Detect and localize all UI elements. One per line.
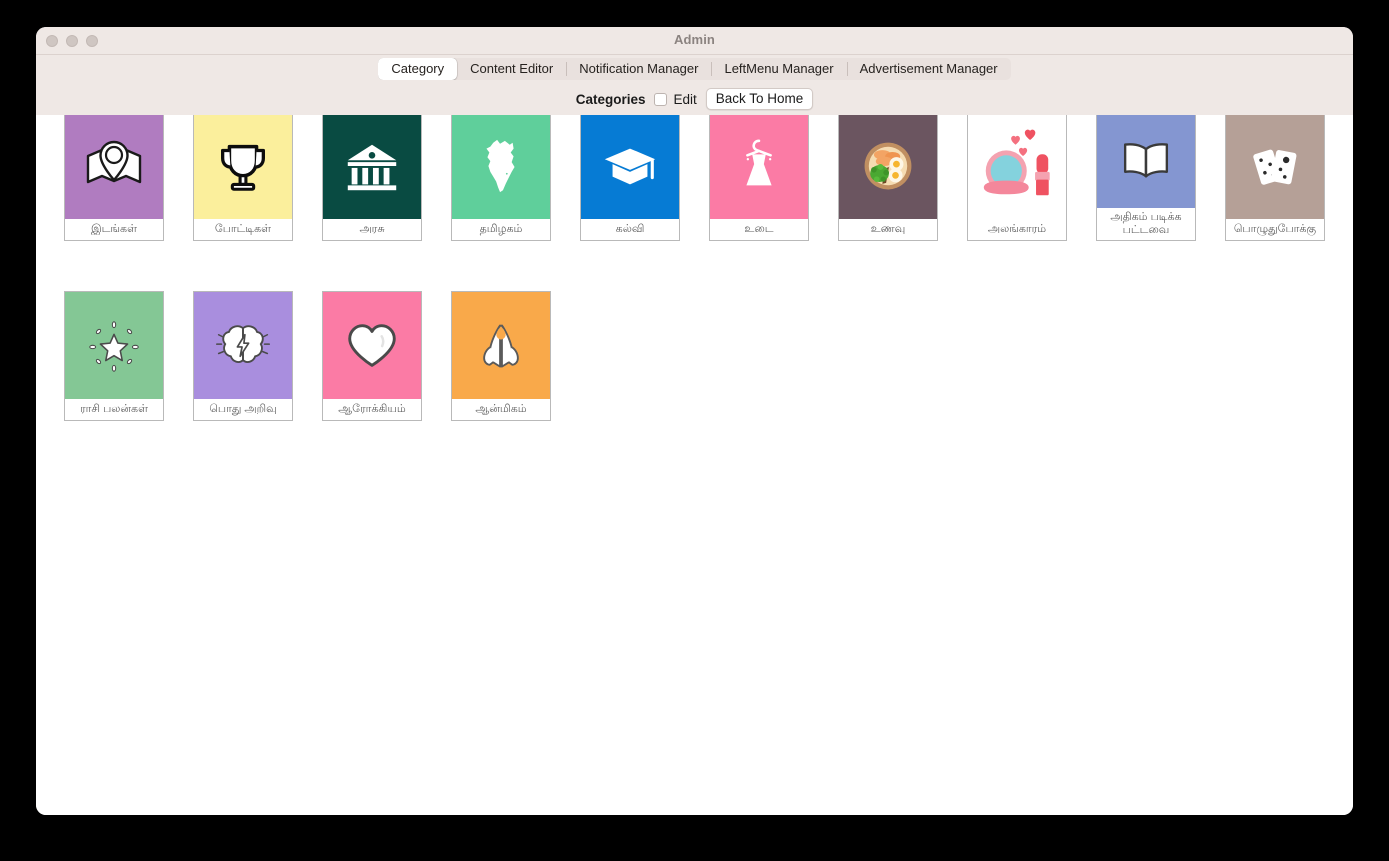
category-tile-label: அரசு (323, 219, 421, 240)
tab-leftmenu-manager[interactable]: LeftMenu Manager (711, 58, 846, 80)
category-tile-arogiyam[interactable]: ஆரோக்கியம் (322, 291, 422, 421)
category-tile-label: பொது அறிவு (194, 399, 292, 420)
category-tile-label: இடங்கள் (65, 219, 163, 240)
category-tile-label: ஆரோக்கியம் (323, 399, 421, 420)
admin-window: Admin Category Content Editor Notificati… (36, 27, 1353, 815)
back-to-home-button[interactable]: Back To Home (705, 88, 814, 110)
category-tile-unavu[interactable]: உணவு (838, 115, 938, 241)
category-tile-label: ராசி பலன்கள் (65, 399, 163, 420)
praying-hands-icon (452, 292, 550, 399)
category-tile-pottigal[interactable]: போட்டிகள் (193, 115, 293, 241)
categories-toolbar: Categories Edit Back To Home (36, 82, 1353, 116)
category-tile-rasi-palangal[interactable]: ராசி பலன்கள் (64, 291, 164, 421)
open-book-icon (1097, 115, 1195, 208)
edit-checkbox-label: Edit (673, 91, 697, 107)
tab-advertisement-manager[interactable]: Advertisement Manager (846, 58, 1011, 80)
trophy-icon (194, 115, 292, 219)
category-tile-label: அதிகம் படிக்க பட்டவை (1097, 208, 1195, 240)
category-tile-label: ஆன்மிகம் (452, 399, 550, 420)
shining-star-icon (65, 292, 163, 399)
tab-group: Category Content Editor Notification Man… (378, 57, 1011, 80)
page-title: Categories (575, 91, 646, 107)
graduation-cap-icon (581, 115, 679, 219)
food-bowl-icon (839, 115, 937, 219)
category-tile-tamilagam[interactable]: தமிழகம் (451, 115, 551, 241)
categories-content-area: இடங்கள் போட்டிகள் அரசு தமிழகம் கல்வி உடை… (36, 115, 1353, 815)
category-tile-label: தமிழகம் (452, 219, 550, 240)
tab-content-editor[interactable]: Content Editor (457, 58, 566, 80)
category-tile-idangal[interactable]: இடங்கள் (64, 115, 164, 241)
category-tile-anmigam[interactable]: ஆன்மிகம் (451, 291, 551, 421)
brain-lightning-icon (194, 292, 292, 399)
category-tile-label: பொழுதுபோக்கு (1226, 219, 1324, 240)
category-tile-pothu-arivu[interactable]: பொது அறிவு (193, 291, 293, 421)
tab-notification-manager[interactable]: Notification Manager (566, 58, 711, 80)
makeup-mirror-lipstick-icon (968, 115, 1066, 219)
categories-grid: இடங்கள் போட்டிகள் அரசு தமிழகம் கல்வி உடை… (36, 115, 1353, 421)
heart-icon (323, 292, 421, 399)
category-tile-label: கல்வி (581, 219, 679, 240)
tamilnadu-map-icon (452, 115, 550, 219)
window-title: Admin (674, 32, 715, 47)
category-tile-label: உடை (710, 219, 808, 240)
category-tile-label: அலங்காரம் (968, 219, 1066, 240)
map-pin-icon (65, 115, 163, 219)
tab-bar: Category Content Editor Notification Man… (36, 55, 1353, 82)
tab-category[interactable]: Category (378, 57, 458, 80)
category-tile-adhigam-padikka-pattavai[interactable]: அதிகம் படிக்க பட்டவை (1096, 115, 1196, 241)
category-tile-label: உணவு (839, 219, 937, 240)
category-tile-label: போட்டிகள் (194, 219, 292, 240)
government-building-icon (323, 115, 421, 219)
category-row: இடங்கள் போட்டிகள் அரசு தமிழகம் கல்வி உடை… (64, 115, 1353, 241)
dress-icon (710, 115, 808, 219)
edit-checkbox[interactable] (654, 92, 668, 106)
category-tile-udai[interactable]: உடை (709, 115, 809, 241)
category-tile-arasu[interactable]: அரசு (322, 115, 422, 241)
window-titlebar: Admin (36, 27, 1353, 55)
category-tile-kalvi[interactable]: கல்வி (580, 115, 680, 241)
category-row: ராசி பலன்கள் பொது அறிவு ஆரோக்கியம் ஆன்மி… (64, 291, 1353, 421)
category-tile-pozhudhupokku[interactable]: பொழுதுபோக்கு (1225, 115, 1325, 241)
playing-cards-icon (1226, 115, 1324, 219)
category-tile-alangaram[interactable]: அலங்காரம் (967, 115, 1067, 241)
